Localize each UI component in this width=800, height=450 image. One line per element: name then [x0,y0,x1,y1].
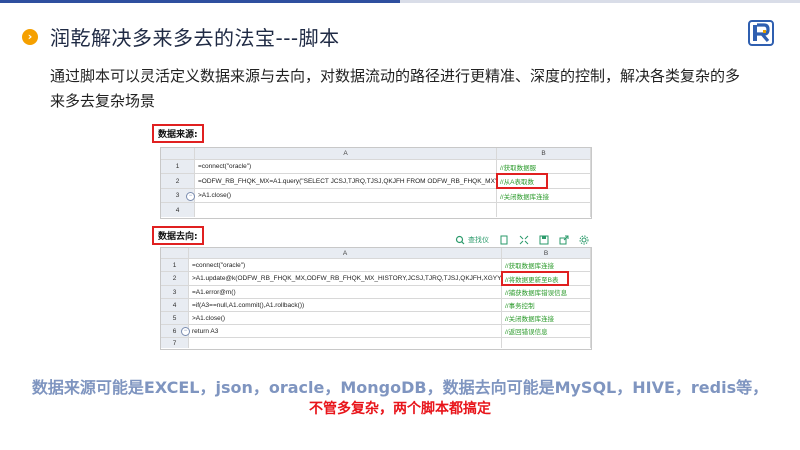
sheet-toolbar: 查找仪 [455,235,589,245]
target-header-row: A B [161,248,591,259]
table-row: 7 [161,338,591,348]
cell-b[interactable]: //返回错误信息 [502,325,591,337]
cell-a[interactable]: =ODFW_RB_FHQK_MX=A1.query("SELECT JCSJ,T… [195,174,497,188]
cell-a[interactable]: >A1.close() [189,312,502,324]
collapse-icon[interactable]: − [186,192,195,201]
cell-a[interactable] [189,338,502,348]
cell-b[interactable]: //获取数据库连接 [502,259,591,271]
cell-a[interactable] [195,203,497,217]
highlight-box [501,271,569,286]
column-header-b[interactable]: B [502,248,591,258]
row-number[interactable]: 4 [161,299,189,311]
raqsoft-logo-icon [748,20,774,46]
footer-line-2: 不管多复杂，两个脚本都搞定 [309,401,491,417]
cell-b[interactable]: //关闭数据库连接 [502,312,591,324]
cell-a[interactable]: return A3 [189,325,502,337]
table-row: 3 =A1.error@m() //捕获数据库错误信息 [161,286,591,299]
cell-a[interactable]: >A1.close() [195,189,497,202]
cell-b[interactable]: //捕获数据库错误信息 [502,286,591,298]
save-icon[interactable] [539,235,549,245]
cell-b[interactable]: //获取数据服 [497,160,591,173]
row-number[interactable]: 3 [161,286,189,298]
find-label: 查找仪 [468,237,489,244]
table-row: 4 [161,203,591,217]
cell-a[interactable]: =if(A3==null,A1.commit(),A1.rollback()) [189,299,502,311]
cell-b[interactable] [497,203,591,217]
corner-cell [161,148,195,159]
document-icon[interactable] [499,235,509,245]
row-number[interactable]: 2 [161,174,195,188]
export-icon[interactable] [559,235,569,245]
cell-a[interactable]: >A1.update@k(ODFW_RB_FHQK_MX,ODFW_RB_FHQ… [189,272,502,285]
collapse-icon[interactable]: − [181,327,190,336]
column-header-b[interactable]: B [497,148,591,159]
cell-a[interactable]: =connect("oracle") [189,259,502,271]
row-number[interactable]: 1 [161,259,189,271]
source-header-row: A B [161,148,591,160]
expand-icon[interactable] [519,235,529,245]
source-label: 数据来源: [152,124,204,143]
table-row: 4 =if(A3==null,A1.commit(),A1.rollback()… [161,299,591,312]
table-row: 6 return A3 //返回错误信息 [161,325,591,338]
table-row: 5 >A1.close() //关闭数据库连接 [161,312,591,325]
footer-line-1: 数据来源可能是EXCEL，json，oracle，MongoDB，数据去向可能是… [31,378,769,397]
cell-a[interactable]: =A1.error@m() [189,286,502,298]
highlight-box [496,173,548,189]
column-header-a[interactable]: A [189,248,502,258]
cell-b[interactable]: //关闭数据库连接 [497,189,591,202]
row-number[interactable]: 1 [161,160,195,173]
gear-icon[interactable] [579,235,589,245]
row-number[interactable]: 2 [161,272,189,285]
row-number[interactable]: 5 [161,312,189,324]
page-title: 润乾解决多来多去的法宝---脚本 [50,26,340,50]
cell-a[interactable]: =connect("oracle") [195,160,497,173]
description-text: 通过脚本可以灵活定义数据来源与去向，对数据流动的路径进行更精准、深度的控制，解决… [50,67,741,110]
row-number[interactable]: 4 [161,203,195,217]
source-sheet: A B 1 =connect("oracle") //获取数据服 2 =ODFW… [160,147,592,219]
chevron-right-icon: › [22,29,38,45]
column-header-a[interactable]: A [195,148,497,159]
target-label: 数据去向: [152,226,204,245]
top-progress-accent [0,0,400,3]
table-row: 3 >A1.close() //关闭数据库连接 [161,189,591,203]
find-icon [455,235,465,245]
corner-cell [161,248,189,258]
target-sheet: A B 1 =connect("oracle") //获取数据库连接 2 >A1… [160,247,592,350]
find-button[interactable]: 查找仪 [455,235,489,245]
cell-b[interactable]: //事务控制 [502,299,591,311]
table-row: 1 =connect("oracle") //获取数据服 [161,160,591,174]
row-number[interactable]: 7 [161,338,189,348]
cell-b[interactable] [502,338,591,348]
